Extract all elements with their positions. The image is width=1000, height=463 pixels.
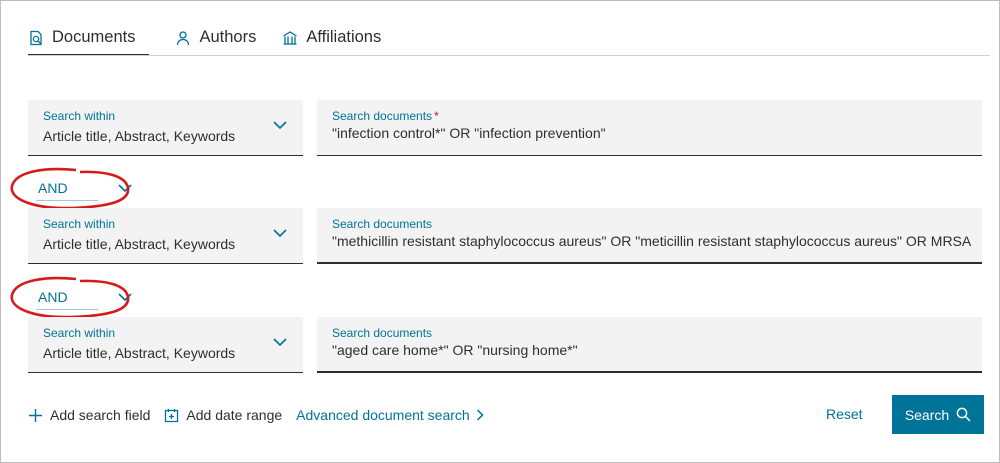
operator-underline [36,200,98,201]
search-row-2: Search within Article title, Abstract, K… [28,208,982,264]
calendar-plus-icon [165,408,179,422]
search-button[interactable]: Search [892,395,984,434]
search-button-label: Search [904,406,950,423]
boolean-operator-select[interactable]: AND [36,178,133,201]
search-tabs: Documents Authors Affiliations [28,22,407,56]
search-within-value: Article title, Abstract, Keywords [43,345,236,361]
search-query-text: "aged care home*" OR "nursing home*" [332,342,578,358]
boolean-operator-value: AND [38,180,68,196]
advanced-document-search-link[interactable]: Advanced document search [296,407,484,423]
tab-authors-label: Authors [199,28,257,46]
search-documents-label: Search documents [332,217,433,231]
chevron-down-icon [118,293,132,302]
search-actions-bar: Add search field Add date range Advanced… [28,400,484,430]
plus-icon [29,408,42,422]
tab-affiliations[interactable]: Affiliations [282,22,381,56]
search-within-select[interactable]: Search within Article title, Abstract, K… [28,317,303,373]
reset-button[interactable]: Reset [826,406,863,422]
search-row-1: Search within Article title, Abstract, K… [28,100,982,156]
tab-authors[interactable]: Authors [175,22,256,56]
search-query-text: "methicillin resistant staphylococcus au… [332,233,972,249]
search-within-select[interactable]: Search within Article title, Abstract, K… [28,208,303,264]
chevron-down-icon [273,229,287,238]
search-documents-field[interactable]: Search documents "methicillin resistant … [317,208,982,264]
document-search-icon [30,30,42,46]
search-within-label: Search within [43,217,116,231]
search-within-value: Article title, Abstract, Keywords [43,128,236,144]
search-within-label: Search within [43,326,116,340]
search-query-text: "infection control*" OR "infection preve… [332,125,606,141]
search-documents-field[interactable]: Search documents "aged care home*" OR "n… [317,317,982,373]
search-documents-label: Search documents [332,326,433,340]
boolean-operator-value: AND [38,289,68,305]
chevron-down-icon [118,184,132,193]
advanced-search-label: Advanced document search [296,407,470,423]
add-search-field-label: Add search field [50,407,151,423]
search-icon [956,407,971,422]
search-row-3: Search within Article title, Abstract, K… [28,317,982,373]
tabs-divider [28,55,990,56]
search-within-select[interactable]: Search within Article title, Abstract, K… [28,100,303,156]
search-within-value: Article title, Abstract, Keywords [43,236,236,252]
search-documents-label: Search documents [332,109,433,123]
chevron-right-icon [476,409,484,421]
tab-affiliations-label: Affiliations [306,28,382,46]
operator-underline [36,309,98,310]
search-within-label: Search within [43,109,116,123]
required-mark: * [434,109,439,123]
tab-documents-label: Documents [52,28,136,46]
chevron-down-icon [273,121,287,130]
search-documents-field[interactable]: Search documents * "infection control*" O… [317,100,982,156]
person-icon [177,31,190,46]
chevron-down-icon [273,338,287,347]
boolean-operator-select[interactable]: AND [36,287,133,310]
building-icon [283,31,298,45]
add-date-range-label: Add date range [186,407,283,423]
tab-documents[interactable]: Documents [28,22,150,56]
add-date-range-button[interactable]: Add date range [164,407,282,423]
add-search-field-button[interactable]: Add search field [28,407,150,423]
